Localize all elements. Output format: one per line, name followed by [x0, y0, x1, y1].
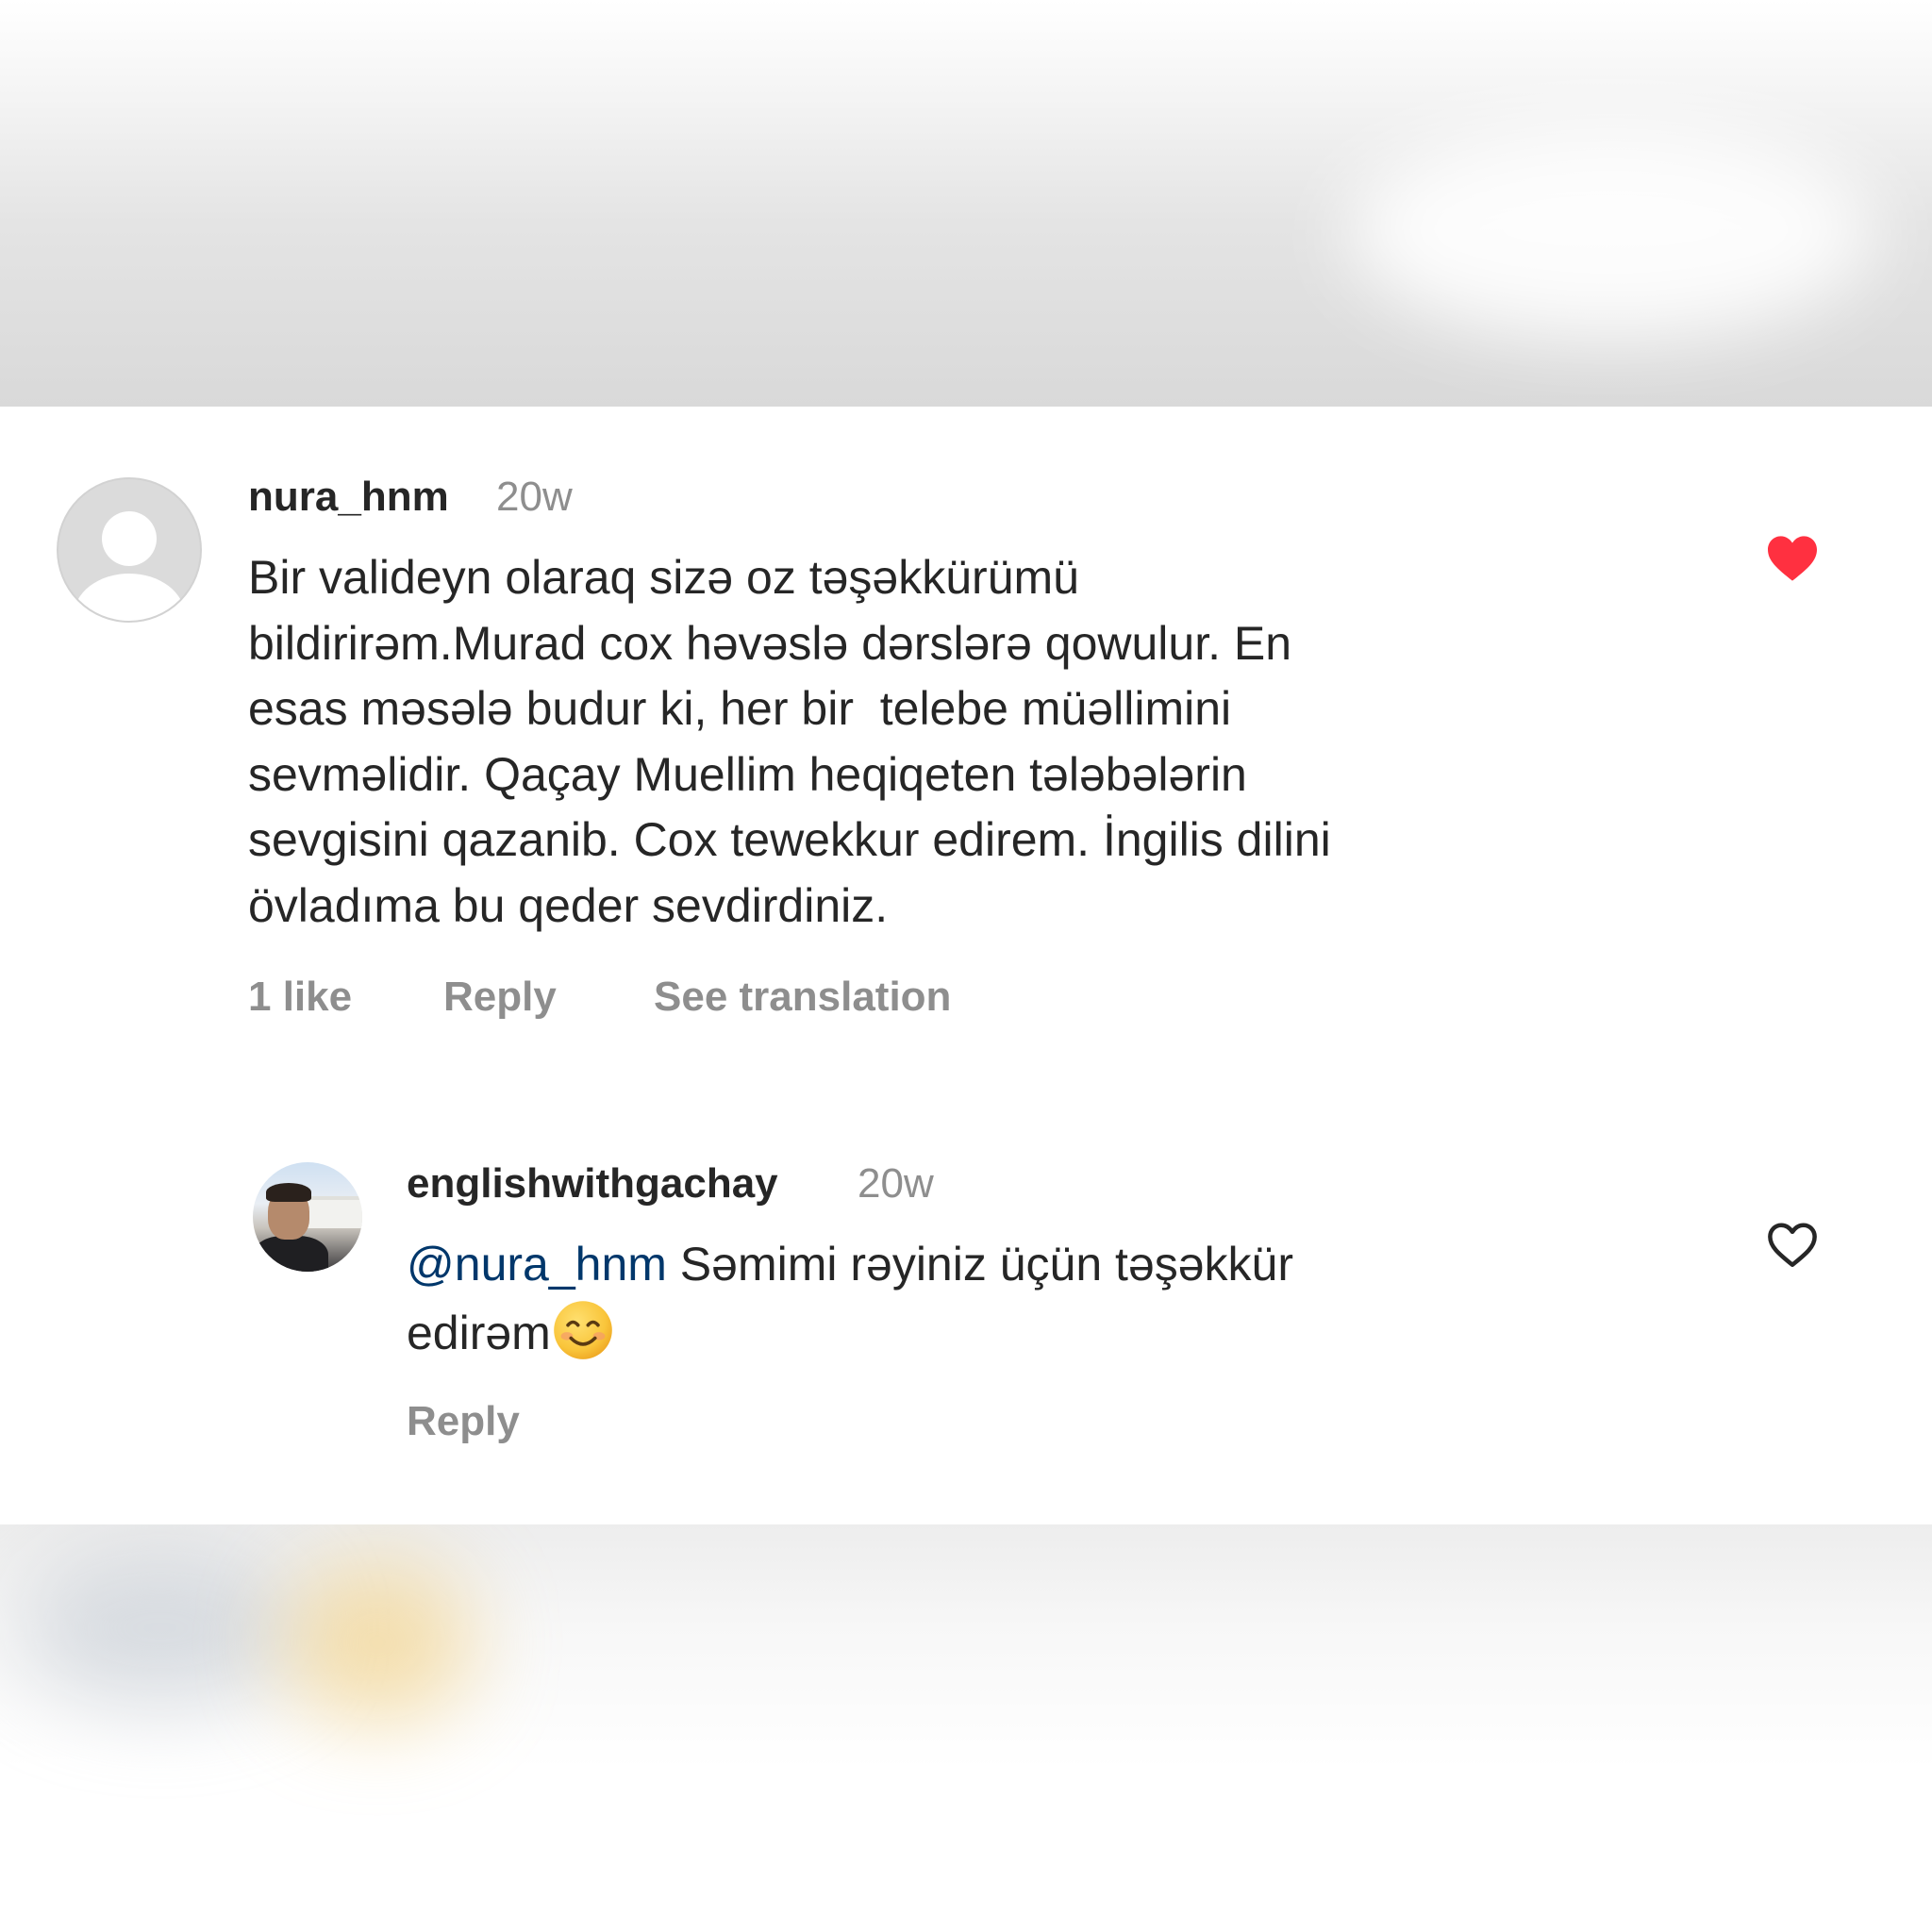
smiling-face-emoji-icon	[554, 1301, 612, 1359]
avatar-person-hair	[266, 1183, 311, 1202]
default-profile-body	[74, 574, 185, 621]
avatar-englishwithgachay[interactable]	[253, 1162, 362, 1272]
see-translation-button[interactable]: See translation	[654, 974, 951, 1021]
comment-line: övladıma bu qeder sevdirdiniz.	[248, 879, 889, 932]
reply-text-line2: edirəm	[407, 1298, 615, 1367]
comment-line: sevməlidir. Qaçay Muellim heqiqeten tələ…	[248, 748, 1247, 801]
reply-text: edirəm	[407, 1307, 551, 1359]
blurred-next-content	[0, 1524, 1932, 1932]
avatar-background-building	[305, 1196, 362, 1228]
blur-highlight	[1347, 123, 1875, 340]
likes-count-link[interactable]: 1 like	[248, 974, 352, 1021]
blur-blob	[19, 1553, 302, 1704]
comment-line: esas məsələ budur ki, her bir telebe müə…	[248, 682, 1232, 735]
reply-text-line1: @nura_hnm Səmimi rəyiniz üçün təşəkkür	[407, 1232, 1293, 1298]
reply-text: Səmimi rəyiniz üçün təşəkkür	[666, 1238, 1294, 1291]
avatar-person-body	[253, 1236, 328, 1272]
blur-blob	[283, 1562, 472, 1723]
avatar-nura-hnm[interactable]	[57, 477, 202, 623]
default-profile-icon	[102, 511, 157, 566]
liked-heart-icon[interactable]	[1765, 534, 1820, 583]
comment-line: sevgisini qazanib. Cox tewekkur edirem. …	[248, 813, 1331, 866]
reply-button[interactable]: Reply	[443, 974, 557, 1021]
mention-link[interactable]: @nura_hnm	[407, 1238, 667, 1291]
comment-timestamp: 20w	[496, 474, 573, 520]
comment-line: Bir valideyn olaraq sizə oz təşəkkürümü	[248, 551, 1079, 604]
comment-line: bildirirəm.Murad cox həvəslə dərslərə qo…	[248, 617, 1292, 670]
reply-timestamp: 20w	[858, 1160, 934, 1207]
heart-outline-icon[interactable]	[1765, 1221, 1820, 1270]
screenshot: nura_hnm 20w Bir valideyn olaraq sizə oz…	[0, 0, 1932, 1932]
blurred-previous-content	[0, 0, 1932, 407]
comment-username[interactable]: nura_hnm	[248, 474, 449, 521]
reply-button[interactable]: Reply	[407, 1398, 520, 1445]
reply-username[interactable]: englishwithgachay	[407, 1160, 778, 1208]
